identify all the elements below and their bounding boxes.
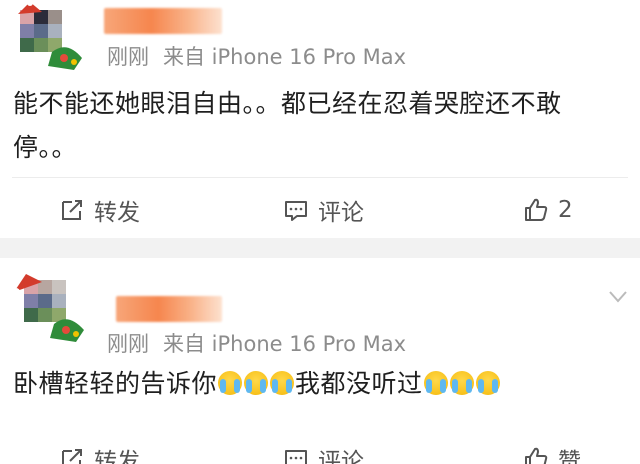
comment-button[interactable]: 评论 bbox=[282, 190, 364, 230]
crying-emoji-icon bbox=[270, 371, 295, 395]
post-source: 来自 iPhone 16 Pro Max bbox=[163, 332, 407, 356]
chevron-down-icon[interactable] bbox=[608, 290, 628, 304]
comment-text-part1: 卧槽轻轻的告诉你 bbox=[13, 369, 218, 398]
action-bar-2: 转发 评论 赞 bbox=[0, 439, 640, 464]
crying-emoji-icon bbox=[423, 371, 448, 395]
comment-text-2: 卧槽轻轻的告诉你 我都没听过 bbox=[13, 362, 623, 406]
post-source: 来自 iPhone 16 Pro Max bbox=[163, 45, 407, 69]
post-time: 刚刚 bbox=[107, 45, 149, 69]
comment-icon bbox=[285, 201, 307, 221]
comment-label: 评论 bbox=[318, 449, 364, 464]
crying-emoji-icon bbox=[449, 371, 474, 395]
divider bbox=[12, 177, 628, 178]
like-count: 2 bbox=[558, 197, 573, 223]
comment-text-part2: 我都没听过 bbox=[295, 369, 423, 398]
crying-emoji-icon bbox=[244, 371, 269, 395]
post-meta-1: 刚刚 来自 iPhone 16 Pro Max bbox=[107, 41, 420, 71]
like-label: 赞 bbox=[558, 449, 581, 464]
thumbs-up-icon bbox=[525, 447, 548, 464]
user-avatar-2[interactable] bbox=[12, 268, 88, 344]
crying-emoji-icon bbox=[218, 371, 243, 395]
username-blurred-1[interactable] bbox=[104, 8, 222, 34]
action-bar-1: 转发 评论 2 bbox=[0, 190, 640, 230]
like-button[interactable]: 2 bbox=[522, 190, 573, 230]
share-icon bbox=[62, 200, 82, 220]
card-separator bbox=[0, 238, 640, 258]
comment-icon bbox=[285, 450, 307, 464]
share-icon bbox=[62, 449, 82, 464]
like-button[interactable]: 赞 bbox=[522, 439, 581, 464]
user-avatar-1[interactable] bbox=[12, 0, 88, 76]
post-meta-2: 刚刚 来自 iPhone 16 Pro Max bbox=[107, 328, 420, 358]
forward-label: 转发 bbox=[94, 200, 140, 226]
thumbs-up-icon bbox=[525, 198, 548, 221]
comment-label: 评论 bbox=[318, 200, 364, 226]
comment-text-1: 能不能还她眼泪自由。。都已经在忍着哭腔还不敢停。。 bbox=[13, 89, 562, 162]
forward-label: 转发 bbox=[94, 449, 140, 464]
username-blurred-2[interactable] bbox=[116, 296, 222, 322]
post-time: 刚刚 bbox=[107, 332, 149, 356]
crying-emoji-icon bbox=[475, 371, 500, 395]
forward-button[interactable]: 转发 bbox=[58, 190, 140, 230]
comment-button[interactable]: 评论 bbox=[282, 439, 364, 464]
forward-button[interactable]: 转发 bbox=[58, 439, 140, 464]
comment-card-1: 刚刚 来自 iPhone 16 Pro Max 能不能还她眼泪自由。。都已经在忍着… bbox=[0, 0, 640, 238]
comment-card-2: 刚刚 来自 iPhone 16 Pro Max 卧槽轻轻的告诉你 我都没听过 转发 … bbox=[0, 258, 640, 464]
